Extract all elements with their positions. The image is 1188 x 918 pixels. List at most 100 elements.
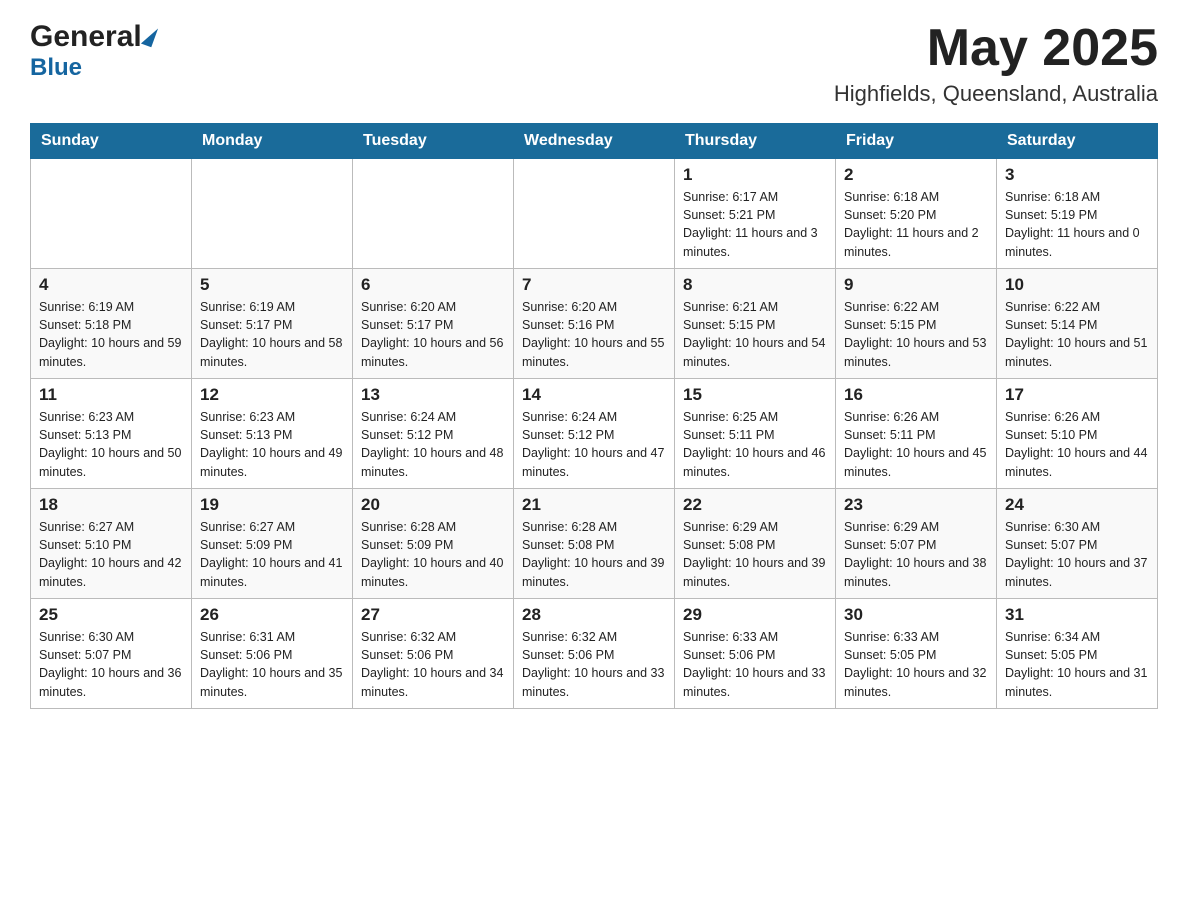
- day-number: 13: [361, 385, 505, 405]
- logo-general-text: General: [30, 20, 142, 54]
- day-number: 14: [522, 385, 666, 405]
- page-header: General Blue May 2025 Highfields, Queens…: [30, 20, 1158, 107]
- day-info: Sunrise: 6:20 AM Sunset: 5:17 PM Dayligh…: [361, 298, 505, 371]
- calendar-cell: 23 Sunrise: 6:29 AM Sunset: 5:07 PM Dayli…: [836, 489, 997, 599]
- calendar-cell: 19Sunrise: 6:27 AM Sunset: 5:09 PM Dayli…: [192, 489, 353, 599]
- calendar-cell: 10 Sunrise: 6:22 AM Sunset: 5:14 PM Dayli…: [997, 269, 1158, 379]
- day-info: Sunrise: 6:17 AM Sunset: 5:21 PM Dayligh…: [683, 188, 827, 261]
- calendar-cell: 1 Sunrise: 6:17 AM Sunset: 5:21 PM Daylig…: [675, 159, 836, 269]
- day-info: Sunrise: 6:24 AM Sunset: 5:12 PM Dayligh…: [361, 408, 505, 481]
- day-number: 31: [1005, 605, 1149, 625]
- calendar-cell: 9Sunrise: 6:22 AM Sunset: 5:15 PM Daylig…: [836, 269, 997, 379]
- calendar-week-row: 4 Sunrise: 6:19 AM Sunset: 5:18 PM Daylig…: [31, 269, 1158, 379]
- day-info: Sunrise: 6:21 AM Sunset: 5:15 PM Dayligh…: [683, 298, 827, 371]
- calendar-day-header: Monday: [192, 124, 353, 159]
- calendar-cell: 30 Sunrise: 6:33 AM Sunset: 5:05 PM Dayli…: [836, 599, 997, 709]
- day-number: 4: [39, 275, 183, 295]
- calendar-cell: 8Sunrise: 6:21 AM Sunset: 5:15 PM Daylig…: [675, 269, 836, 379]
- calendar-cell: 12Sunrise: 6:23 AM Sunset: 5:13 PM Dayli…: [192, 379, 353, 489]
- day-info: Sunrise: 6:20 AM Sunset: 5:16 PM Dayligh…: [522, 298, 666, 371]
- calendar-header-row: SundayMondayTuesdayWednesdayThursdayFrid…: [31, 124, 1158, 159]
- day-number: 29: [683, 605, 827, 625]
- day-info: Sunrise: 6:34 AM Sunset: 5:05 PM Dayligh…: [1005, 628, 1149, 701]
- calendar-week-row: 11Sunrise: 6:23 AM Sunset: 5:13 PM Dayli…: [31, 379, 1158, 489]
- calendar-cell: 4 Sunrise: 6:19 AM Sunset: 5:18 PM Daylig…: [31, 269, 192, 379]
- day-info: Sunrise: 6:31 AM Sunset: 5:06 PM Dayligh…: [200, 628, 344, 701]
- calendar-cell: 31 Sunrise: 6:34 AM Sunset: 5:05 PM Dayli…: [997, 599, 1158, 709]
- logo-triangle-icon: [141, 25, 158, 48]
- calendar-cell: 15Sunrise: 6:25 AM Sunset: 5:11 PM Dayli…: [675, 379, 836, 489]
- calendar-cell: 5 Sunrise: 6:19 AM Sunset: 5:17 PM Daylig…: [192, 269, 353, 379]
- location-title: Highfields, Queensland, Australia: [834, 81, 1158, 107]
- day-number: 23: [844, 495, 988, 515]
- calendar-cell: 25Sunrise: 6:30 AM Sunset: 5:07 PM Dayli…: [31, 599, 192, 709]
- day-info: Sunrise: 6:23 AM Sunset: 5:13 PM Dayligh…: [200, 408, 344, 481]
- day-number: 27: [361, 605, 505, 625]
- day-info: Sunrise: 6:19 AM Sunset: 5:18 PM Dayligh…: [39, 298, 183, 371]
- day-number: 7: [522, 275, 666, 295]
- calendar-day-header: Thursday: [675, 124, 836, 159]
- day-number: 17: [1005, 385, 1149, 405]
- calendar-cell: 24Sunrise: 6:30 AM Sunset: 5:07 PM Dayli…: [997, 489, 1158, 599]
- calendar-cell: [31, 159, 192, 269]
- day-number: 30: [844, 605, 988, 625]
- day-number: 10: [1005, 275, 1149, 295]
- day-info: Sunrise: 6:28 AM Sunset: 5:09 PM Dayligh…: [361, 518, 505, 591]
- calendar-day-header: Wednesday: [514, 124, 675, 159]
- calendar-cell: 14 Sunrise: 6:24 AM Sunset: 5:12 PM Dayli…: [514, 379, 675, 489]
- calendar-cell: 2Sunrise: 6:18 AM Sunset: 5:20 PM Daylig…: [836, 159, 997, 269]
- day-number: 26: [200, 605, 344, 625]
- calendar-week-row: 1 Sunrise: 6:17 AM Sunset: 5:21 PM Daylig…: [31, 159, 1158, 269]
- day-info: Sunrise: 6:25 AM Sunset: 5:11 PM Dayligh…: [683, 408, 827, 481]
- day-info: Sunrise: 6:29 AM Sunset: 5:07 PM Dayligh…: [844, 518, 988, 591]
- day-info: Sunrise: 6:26 AM Sunset: 5:10 PM Dayligh…: [1005, 408, 1149, 481]
- calendar-cell: 3Sunrise: 6:18 AM Sunset: 5:19 PM Daylig…: [997, 159, 1158, 269]
- day-info: Sunrise: 6:23 AM Sunset: 5:13 PM Dayligh…: [39, 408, 183, 481]
- calendar-table: SundayMondayTuesdayWednesdayThursdayFrid…: [30, 123, 1158, 709]
- calendar-cell: 20 Sunrise: 6:28 AM Sunset: 5:09 PM Dayli…: [353, 489, 514, 599]
- day-number: 22: [683, 495, 827, 515]
- day-info: Sunrise: 6:22 AM Sunset: 5:14 PM Dayligh…: [1005, 298, 1149, 371]
- calendar-cell: 22 Sunrise: 6:29 AM Sunset: 5:08 PM Dayli…: [675, 489, 836, 599]
- calendar-cell: 26 Sunrise: 6:31 AM Sunset: 5:06 PM Dayli…: [192, 599, 353, 709]
- calendar-cell: 11Sunrise: 6:23 AM Sunset: 5:13 PM Dayli…: [31, 379, 192, 489]
- calendar-cell: 7 Sunrise: 6:20 AM Sunset: 5:16 PM Daylig…: [514, 269, 675, 379]
- day-number: 20: [361, 495, 505, 515]
- day-info: Sunrise: 6:18 AM Sunset: 5:20 PM Dayligh…: [844, 188, 988, 261]
- calendar-cell: 29 Sunrise: 6:33 AM Sunset: 5:06 PM Dayli…: [675, 599, 836, 709]
- day-info: Sunrise: 6:22 AM Sunset: 5:15 PM Dayligh…: [844, 298, 988, 371]
- day-info: Sunrise: 6:26 AM Sunset: 5:11 PM Dayligh…: [844, 408, 988, 481]
- day-info: Sunrise: 6:33 AM Sunset: 5:06 PM Dayligh…: [683, 628, 827, 701]
- day-info: Sunrise: 6:30 AM Sunset: 5:07 PM Dayligh…: [39, 628, 183, 701]
- title-block: May 2025 Highfields, Queensland, Austral…: [834, 20, 1158, 107]
- day-info: Sunrise: 6:24 AM Sunset: 5:12 PM Dayligh…: [522, 408, 666, 481]
- day-info: Sunrise: 6:19 AM Sunset: 5:17 PM Dayligh…: [200, 298, 344, 371]
- day-number: 6: [361, 275, 505, 295]
- day-number: 18: [39, 495, 183, 515]
- day-number: 16: [844, 385, 988, 405]
- day-info: Sunrise: 6:32 AM Sunset: 5:06 PM Dayligh…: [361, 628, 505, 701]
- day-info: Sunrise: 6:27 AM Sunset: 5:10 PM Dayligh…: [39, 518, 183, 591]
- day-number: 19: [200, 495, 344, 515]
- calendar-cell: 6 Sunrise: 6:20 AM Sunset: 5:17 PM Daylig…: [353, 269, 514, 379]
- logo: General Blue: [30, 20, 155, 82]
- day-number: 5: [200, 275, 344, 295]
- day-info: Sunrise: 6:33 AM Sunset: 5:05 PM Dayligh…: [844, 628, 988, 701]
- calendar-week-row: 18 Sunrise: 6:27 AM Sunset: 5:10 PM Dayli…: [31, 489, 1158, 599]
- day-number: 3: [1005, 165, 1149, 185]
- month-title: May 2025: [834, 20, 1158, 77]
- logo-blue-text: Blue: [30, 54, 82, 81]
- day-number: 21: [522, 495, 666, 515]
- day-info: Sunrise: 6:29 AM Sunset: 5:08 PM Dayligh…: [683, 518, 827, 591]
- calendar-cell: [192, 159, 353, 269]
- calendar-cell: 21Sunrise: 6:28 AM Sunset: 5:08 PM Dayli…: [514, 489, 675, 599]
- calendar-cell: 28Sunrise: 6:32 AM Sunset: 5:06 PM Dayli…: [514, 599, 675, 709]
- calendar-day-header: Tuesday: [353, 124, 514, 159]
- day-number: 1: [683, 165, 827, 185]
- calendar-cell: 13 Sunrise: 6:24 AM Sunset: 5:12 PM Dayli…: [353, 379, 514, 489]
- calendar-day-header: Friday: [836, 124, 997, 159]
- calendar-day-header: Sunday: [31, 124, 192, 159]
- day-info: Sunrise: 6:32 AM Sunset: 5:06 PM Dayligh…: [522, 628, 666, 701]
- calendar-cell: 27 Sunrise: 6:32 AM Sunset: 5:06 PM Dayli…: [353, 599, 514, 709]
- calendar-cell: 18 Sunrise: 6:27 AM Sunset: 5:10 PM Dayli…: [31, 489, 192, 599]
